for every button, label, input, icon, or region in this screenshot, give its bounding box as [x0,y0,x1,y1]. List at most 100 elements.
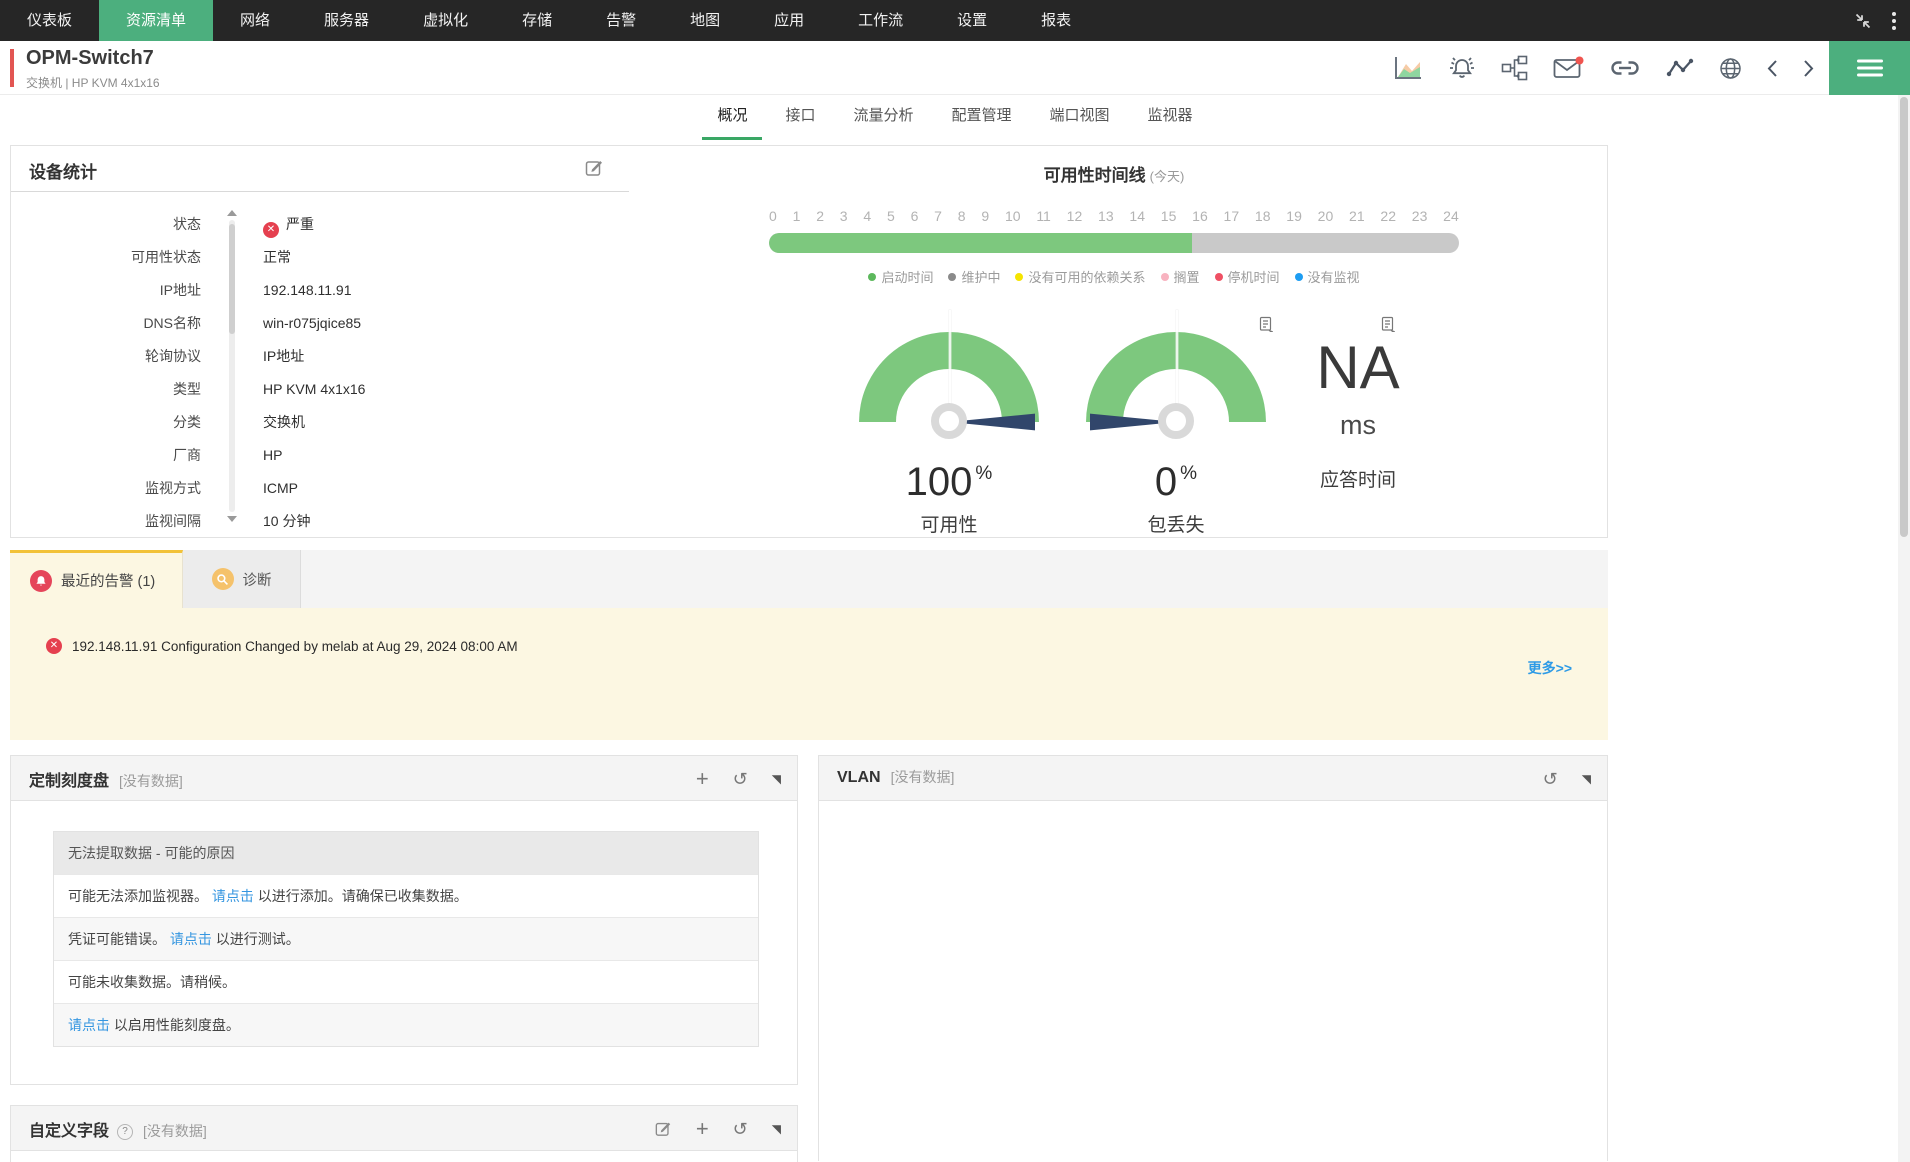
legend-item: 没有可用的依赖关系 [1015,267,1146,286]
nav-item-virtualization[interactable]: 虚拟化 [396,0,495,41]
expand-icon[interactable]: ◥ [772,773,781,785]
email-icon[interactable] [1553,56,1584,80]
tab-interfaces[interactable]: 接口 [770,95,830,140]
response-time-unit: ms [1340,410,1376,440]
alert-item[interactable]: ✕ 192.148.11.91 Configuration Changed by… [46,638,518,654]
alert-text: 192.148.11.91 Configuration Changed by m… [72,638,518,654]
stats-row: 类型 HP KVM 4x1x16 [173,381,366,397]
more-options-icon[interactable] [1886,8,1902,34]
top-navigation: 仪表板 资源清单 网络 服务器 虚拟化 存储 告警 地图 应用 工作流 设置 报… [0,0,1910,41]
response-time-widget: NA ms 应答时间 [1273,314,1443,492]
severity-accent-bar [10,49,14,87]
nav-item-server[interactable]: 服务器 [297,0,396,41]
nav-item-settings[interactable]: 设置 [930,0,1014,41]
legend-dot [948,272,957,281]
legend-dot [1214,272,1223,281]
refresh-icon[interactable]: ↺ [733,770,748,788]
edit-icon[interactable] [585,158,604,177]
more-alerts-link[interactable]: 更多>> [1528,658,1572,678]
reason-row: 可能无法添加监视器。 请点击 以进行添加。请确保已收集数据。 [54,874,758,917]
monitor-graph-icon[interactable] [1666,58,1694,78]
tab-overview[interactable]: 概况 [702,95,763,140]
scroll-up-icon[interactable] [227,210,237,216]
help-icon[interactable]: ? [117,1124,134,1140]
report-icon[interactable] [1256,316,1273,332]
nav-item-maps[interactable]: 地图 [663,0,747,41]
chevron-left-icon[interactable] [1767,59,1778,78]
stats-row: IP地址 192.148.11.91 [159,282,352,298]
page: 仪表板 资源清单 网络 服务器 虚拟化 存储 告警 地图 应用 工作流 设置 报… [0,0,1910,1162]
add-icon[interactable]: + [696,1117,709,1140]
nav-item-inventory[interactable]: 资源清单 [99,0,214,41]
chevron-right-icon[interactable] [1803,59,1814,78]
packet-loss-gauge: 0% 包丢失 [1076,310,1276,537]
custom-fields-title: 自定义字段 [29,1123,110,1140]
scroll-down-icon[interactable] [227,516,237,522]
page-scrollbar-thumb[interactable] [1900,97,1908,537]
overview-panel: 设备统计 状态 ✕ 严重 可用性状态 正常 IP地址 192.148.11.91 DNS… [10,145,1608,538]
refresh-icon[interactable]: ↺ [733,1120,748,1138]
device-subtitle: 交换机 | HP KVM 4x1x16 [26,76,160,90]
performance-chart-icon[interactable] [1393,55,1423,81]
dependency-icon[interactable] [1501,55,1528,81]
link-icon[interactable] [1609,59,1641,77]
tab-traffic-analysis[interactable]: 流量分析 [838,95,928,140]
reason-row: 请点击 以启用性能刻度盘。 [54,1003,758,1046]
add-icon[interactable]: + [696,767,709,790]
timeline-hour-labels: 0 1 2 3 4 5 6 7 8 9 10 11 12 13 14 15 16 17 18 19 20 21 22 23 24 [769,208,1459,224]
click-here-link[interactable]: 请点击 [170,931,212,947]
nav-item-alarms[interactable]: 告警 [579,0,663,41]
legend-item: 停机时间 [1214,267,1280,286]
expand-icon[interactable]: ◥ [1582,773,1591,785]
stats-row: 状态 ✕ 严重 [11,208,631,241]
custom-dial-header: 定制刻度盘 [没有数据] + ↺ ◥ [11,756,797,801]
tab-recent-alarms[interactable]: 最近的告警 (1) [10,550,183,608]
no-data-label: [没有数据] [119,773,183,789]
collapse-icon[interactable] [1854,12,1872,30]
stats-row: 监视方式 ICMP [145,480,298,496]
tab-config-management[interactable]: 配置管理 [937,95,1027,140]
stats-row: 轮询协议 IP地址 [145,348,305,364]
tab-monitors[interactable]: 监视器 [1133,95,1208,140]
alerts-tab-strip: 最近的告警 (1) 诊断 [10,550,1608,608]
gauge-hub [931,403,967,439]
click-here-link[interactable]: 请点击 [212,888,254,904]
hamburger-menu-button[interactable] [1829,41,1910,95]
gauge-arc [1086,310,1266,439]
nav-item-workflow[interactable]: 工作流 [831,0,930,41]
packet-loss-value: 0% [1154,460,1198,504]
custom-fields-header: 自定义字段? [没有数据] + ↺ ◥ [11,1106,797,1151]
report-icon[interactable] [1378,316,1395,332]
packet-loss-label: 包丢失 [1147,515,1205,536]
tab-port-view[interactable]: 端口视图 [1035,95,1125,140]
nav-item-dashboard[interactable]: 仪表板 [0,0,99,41]
expand-icon[interactable]: ◥ [772,1123,781,1135]
web-icon[interactable] [1719,57,1742,80]
nav-item-network[interactable]: 网络 [213,0,297,41]
no-data-reasons-title: 无法提取数据 - 可能的原因 [54,832,758,874]
refresh-icon[interactable]: ↺ [1543,770,1558,788]
nav-item-apps[interactable]: 应用 [747,0,831,41]
click-here-link[interactable]: 请点击 [68,1017,110,1033]
legend-dot [1015,272,1024,281]
legend-item: 维护中 [948,267,1000,286]
nav-item-reports[interactable]: 报表 [1014,0,1098,41]
legend-dot [1160,272,1169,281]
response-time-label: 应答时间 [1319,470,1396,491]
reason-row: 可能未收集数据。请稍候。 [54,960,758,1003]
timeline-uptime-segment [769,233,1192,253]
legend-item: 启动时间 [868,267,933,286]
critical-status-icon: ✕ [263,222,279,238]
reason-row: 凭证可能错误。 请点击 以进行测试。 [54,917,758,960]
availability-label: 可用性 [920,515,978,536]
legend-dot [868,272,877,281]
scrollbar-thumb[interactable] [229,224,235,334]
stats-scrollbar[interactable] [227,210,237,522]
legend-item: 没有监视 [1294,267,1360,286]
availability-gauge: 100% 可用性 [849,310,1049,537]
tab-diagnostics[interactable]: 诊断 [183,550,301,608]
page-scrollbar[interactable] [1898,95,1910,1162]
nav-item-storage[interactable]: 存储 [495,0,579,41]
alarm-bell-icon[interactable] [1448,55,1476,81]
edit-icon[interactable] [655,1120,672,1137]
